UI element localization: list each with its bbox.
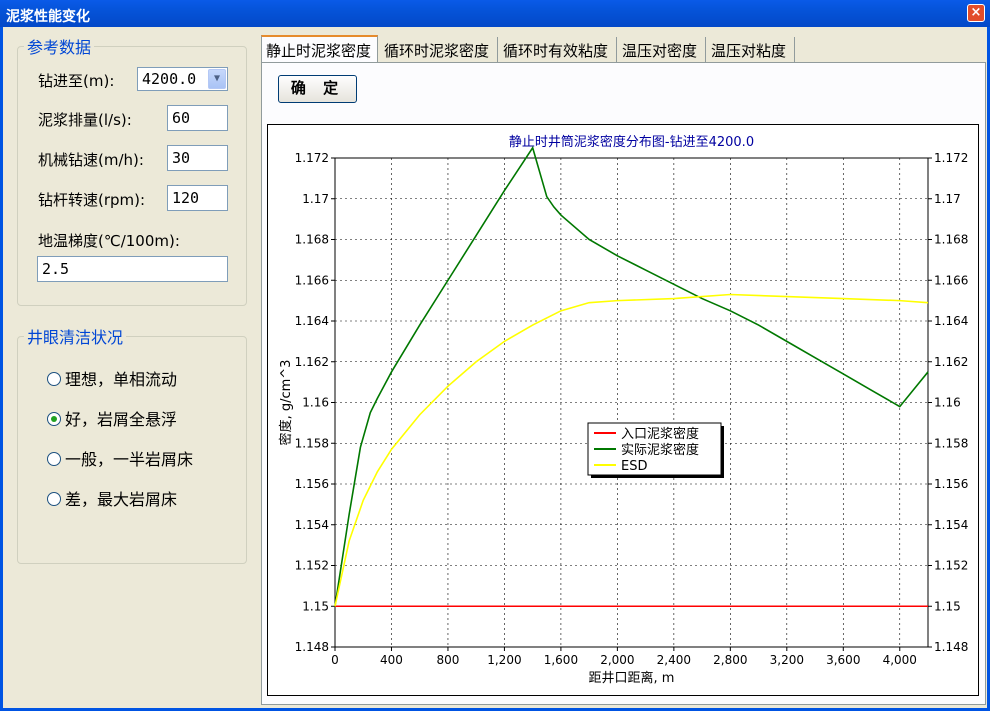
y-tick-label: 1.152 — [295, 559, 329, 573]
depth-label: 钻进至(m): — [38, 72, 115, 90]
window-title: 泥浆性能变化 — [6, 9, 90, 25]
y-tick-label: 1.168 — [295, 233, 329, 247]
rpm-label: 钻杆转速(rpm): — [38, 191, 146, 209]
rpm-input[interactable]: 120 — [167, 185, 228, 211]
x-tick-label: 2,000 — [600, 653, 634, 667]
radio-option-ideal[interactable]: 理想，单相流动 — [47, 366, 177, 390]
left-panel: 参考数据 钻进至(m): 4200.0 ▼ 泥浆排量(l/s): 60 机械钻速… — [3, 27, 257, 708]
flow-label: 泥浆排量(l/s): — [38, 111, 132, 129]
depth-select[interactable]: 4200.0 ▼ — [137, 67, 228, 91]
x-tick-label: 2,800 — [713, 653, 747, 667]
radio-button[interactable] — [47, 492, 61, 506]
y-tick-label: 1.17 — [302, 192, 329, 206]
chart-panel: 静止时井筒泥浆密度分布图-钻进至4200.0 1.148 1.148 1.15 1.15… — [267, 124, 979, 696]
chevron-down-icon[interactable]: ▼ — [208, 69, 226, 89]
radio-label: 差，最大岩屑床 — [65, 490, 178, 509]
x-tick-label: 1,600 — [544, 653, 578, 667]
y2-tick-label: 1.172 — [934, 151, 968, 165]
x-axis-label: 距井口距离, m — [589, 670, 675, 686]
flow-input[interactable]: 60 — [167, 105, 228, 131]
radio-option-fair[interactable]: 一般，一半岩屑床 — [47, 446, 193, 470]
y-tick-label: 1.148 — [295, 640, 329, 654]
y-tick-label: 1.154 — [295, 518, 329, 532]
y-tick-label: 1.162 — [295, 355, 329, 369]
close-button[interactable]: × — [967, 4, 985, 22]
radio-label: 一般，一半岩屑床 — [65, 450, 194, 469]
legend-label: ESD — [621, 459, 647, 474]
y2-tick-label: 1.15 — [934, 599, 961, 613]
tab-static-density[interactable]: 静止时泥浆密度 — [261, 35, 378, 63]
y-tick-label: 1.166 — [295, 273, 329, 287]
x-tick-label: 400 — [380, 653, 403, 667]
y-tick-label: 1.172 — [295, 151, 329, 165]
radio-label: 好，岩屑全悬浮 — [65, 410, 178, 429]
geothermal-label: 地温梯度(℃/100m): — [38, 232, 180, 250]
y-tick-label: 1.16 — [302, 396, 329, 410]
reference-legend: 参考数据 — [27, 38, 92, 57]
y-tick-label: 1.158 — [295, 436, 329, 450]
y2-tick-label: 1.17 — [934, 192, 961, 206]
y2-tick-label: 1.164 — [934, 314, 968, 328]
x-tick-label: 3,600 — [826, 653, 860, 667]
radio-option-poor[interactable]: 差，最大岩屑床 — [47, 486, 177, 510]
y2-tick-label: 1.156 — [934, 477, 968, 491]
geothermal-input[interactable]: 2.5 — [37, 256, 228, 282]
y2-tick-label: 1.154 — [934, 518, 968, 532]
chart-title: 静止时井筒泥浆密度分布图-钻进至4200.0 — [509, 134, 754, 150]
tab-temp-pressure-density[interactable]: 温压对密度 — [618, 37, 706, 62]
cleaning-legend: 井眼清洁状况 — [27, 328, 124, 347]
x-tick-label: 2,400 — [657, 653, 691, 667]
y2-tick-label: 1.16 — [934, 396, 961, 410]
x-tick-label: 1,200 — [487, 653, 521, 667]
y2-tick-label: 1.166 — [934, 273, 968, 287]
density-chart: 静止时井筒泥浆密度分布图-钻进至4200.0 1.148 1.148 1.15 1.15… — [278, 134, 968, 686]
radio-label: 理想，单相流动 — [65, 370, 178, 389]
y-tick-label: 1.164 — [295, 314, 329, 328]
x-tick-label: 3,200 — [770, 653, 804, 667]
y-axis-label: 密度, g/cm^3 — [278, 360, 294, 446]
tab-effective-viscosity[interactable]: 循环时有效粘度 — [499, 37, 617, 62]
y2-tick-label: 1.148 — [934, 640, 968, 654]
title-bar[interactable]: 泥浆性能变化 × — [0, 0, 990, 27]
depth-select-value: 4200.0 — [142, 70, 197, 88]
app-window: 泥浆性能变化 × 参考数据 钻进至(m): 4200.0 ▼ 泥浆排量(l/s)… — [0, 0, 990, 711]
y2-tick-label: 1.158 — [934, 436, 968, 450]
radio-option-good[interactable]: 好，岩屑全悬浮 — [47, 406, 177, 430]
rop-label: 机械钻速(m/h): — [38, 151, 144, 169]
y2-tick-label: 1.162 — [934, 355, 968, 369]
y-tick-label: 1.15 — [302, 599, 329, 613]
legend-label: 实际泥浆密度 — [621, 442, 699, 458]
hole-cleaning-group: 井眼清洁状况 — [17, 324, 247, 564]
y2-tick-label: 1.168 — [934, 233, 968, 247]
radio-button[interactable] — [47, 452, 61, 466]
x-tick-label: 4,000 — [883, 653, 917, 667]
rop-input[interactable]: 30 — [167, 145, 228, 171]
x-tick-label: 800 — [436, 653, 459, 667]
radio-button[interactable] — [47, 372, 61, 386]
legend-label: 入口泥浆密度 — [621, 426, 699, 442]
confirm-button[interactable]: 确 定 — [278, 75, 357, 103]
y-tick-label: 1.156 — [295, 477, 329, 491]
tab-circulating-density[interactable]: 循环时泥浆密度 — [380, 37, 498, 62]
radio-button-selected[interactable] — [47, 412, 61, 426]
x-tick-label: 0 — [331, 653, 339, 667]
tab-temp-pressure-viscosity[interactable]: 温压对粘度 — [707, 37, 795, 62]
y2-tick-label: 1.152 — [934, 559, 968, 573]
